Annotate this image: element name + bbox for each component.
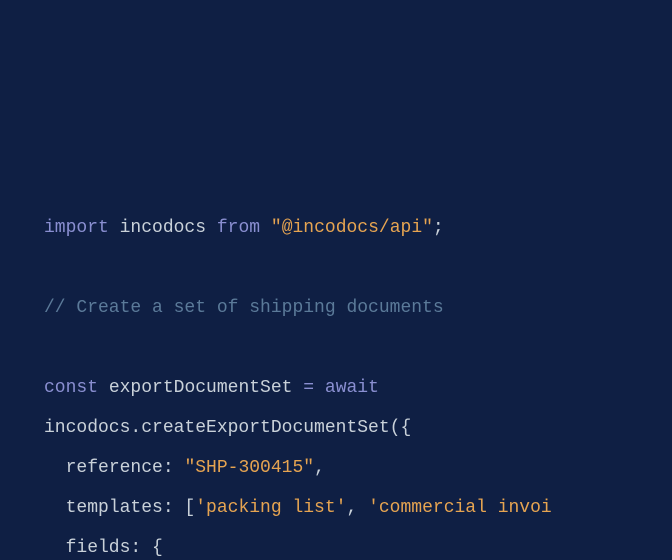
comment: // Create a set of shipping documents: [44, 298, 444, 318]
identifier: incodocs: [120, 218, 206, 238]
semicolon: ;: [433, 218, 444, 238]
code-line: templates: ['packing list', 'commercial …: [44, 488, 628, 528]
identifier: exportDocumentSet: [109, 378, 293, 398]
property-key: reference:: [66, 458, 185, 478]
string-literal: "@incodocs/api": [271, 218, 433, 238]
comma: ,: [314, 458, 325, 478]
code-line: reference: "SHP-300415",: [44, 448, 628, 488]
keyword-const: const: [44, 378, 98, 398]
property-key: templates: [: [66, 498, 196, 518]
code-line: // Create a set of shipping documents: [44, 288, 628, 328]
separator: ,: [346, 498, 368, 518]
blank-line: [44, 328, 628, 368]
code-line: fields: {: [44, 528, 628, 560]
string-literal: 'commercial invoi: [368, 498, 552, 518]
call-expression: incodocs.createExportDocumentSet({: [44, 418, 411, 438]
property-key: fields: {: [44, 538, 163, 558]
code-line: const exportDocumentSet = await: [44, 368, 628, 408]
equals: =: [303, 378, 314, 398]
keyword-await: await: [325, 378, 379, 398]
string-literal: "SHP-300415": [184, 458, 314, 478]
code-block: import incodocs from "@incodocs/api"; //…: [44, 208, 628, 560]
code-line: incodocs.createExportDocumentSet({: [44, 408, 628, 448]
keyword-from: from: [217, 218, 260, 238]
code-line: import incodocs from "@incodocs/api";: [44, 208, 628, 248]
keyword-import: import: [44, 218, 109, 238]
string-literal: 'packing list': [195, 498, 346, 518]
blank-line: [44, 248, 628, 288]
